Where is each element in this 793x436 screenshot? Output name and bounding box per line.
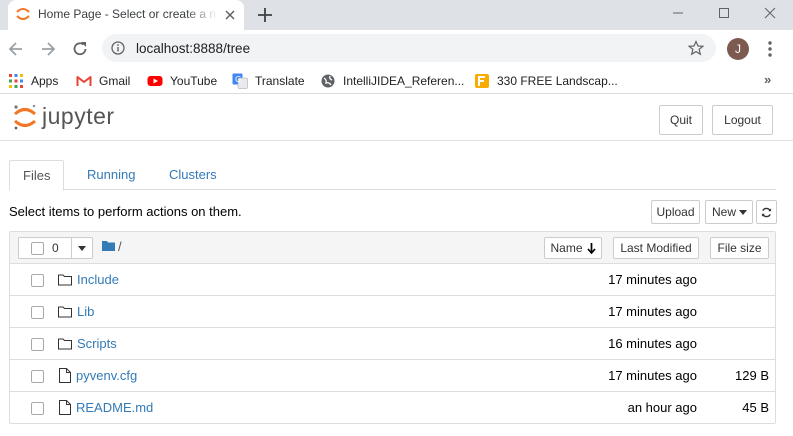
tab-files[interactable]: Files [9,160,65,191]
file-list: 0 / Name Last Modified File size Include… [9,231,776,424]
dropdown-divider [71,238,72,258]
selected-count: 0 [52,241,59,255]
folder-home-icon[interactable] [102,240,115,251]
new-tab-icon[interactable] [255,5,275,25]
browser-menu-icon[interactable] [765,40,775,58]
sort-by-name-button[interactable]: Name [544,237,602,259]
bookmarks-bar: Apps Gmail YouTube G Translate IntelliJI… [0,68,793,94]
jupyter-header: jupyter Quit Logout [0,95,793,141]
refresh-icon [761,207,772,217]
browser-tab[interactable]: Home Page - Select or create a notebook [8,0,244,30]
table-row[interactable]: pyvenv.cfg 17 minutes ago 129 B [10,360,775,392]
sort-by-modified-button[interactable]: Last Modified [613,237,699,259]
new-dropdown-button[interactable]: New [705,200,753,224]
bookmark-intellij[interactable]: IntelliJIDEA_Referen... [320,73,464,89]
upload-button[interactable]: Upload [651,200,700,224]
globe-icon [321,74,335,88]
apps-grid-icon [9,74,23,88]
folder-icon [58,338,72,350]
svg-text:G: G [235,75,241,84]
minimize-window-icon[interactable] [655,0,701,26]
address-url: localhost:8888/tree [136,41,251,56]
row-checkbox[interactable] [31,402,44,415]
close-tab-icon[interactable] [222,7,238,23]
file-name-link[interactable]: Include [77,272,119,287]
tab-clusters[interactable]: Clusters [156,160,230,190]
reload-icon[interactable] [70,39,90,59]
address-bar[interactable]: localhost:8888/tree [102,34,716,62]
jupyter-favicon-icon [16,8,30,20]
file-modified: 17 minutes ago [608,304,697,319]
new-button-label: New [712,205,737,219]
row-checkbox[interactable] [31,274,44,287]
browser-toolbar: localhost:8888/tree J [0,30,793,68]
bookmark-gmail[interactable]: Gmail [76,73,130,89]
file-size: 45 B [742,400,769,415]
selection-hint: Select items to perform actions on them. [9,204,242,219]
row-checkbox[interactable] [31,370,44,383]
file-modified: 17 minutes ago [608,368,697,383]
table-row[interactable]: Scripts 16 minutes ago [10,328,775,360]
bookmark-label: Translate [255,74,305,88]
file-modified: 17 minutes ago [608,272,697,287]
file-list-header: 0 / Name Last Modified File size [10,232,775,264]
bookmark-youtube[interactable]: YouTube [147,73,217,89]
table-row[interactable]: Include 17 minutes ago [10,264,775,296]
jupyter-logo-icon[interactable] [12,103,38,131]
bookmark-label: Apps [31,74,59,88]
file-modified: 16 minutes ago [608,336,697,351]
file-size: 129 B [735,368,769,383]
refresh-button[interactable] [756,200,777,224]
jupyter-tabs: Files Running Clusters [9,160,776,191]
file-modified: an hour ago [627,400,697,415]
bookmark-translate[interactable]: G Translate [232,73,305,89]
bookmark-f-icon [475,74,489,88]
file-name-link[interactable]: Scripts [77,336,117,351]
file-icon [59,400,71,415]
bookmark-label: Gmail [99,74,131,88]
bookmark-landscape[interactable]: 330 FREE Landscap... [474,73,618,89]
gmail-icon [76,76,92,86]
forward-arrow-icon[interactable] [38,39,58,59]
file-name-link[interactable]: pyvenv.cfg [76,368,137,383]
sort-name-label: Name [550,241,583,255]
row-checkbox[interactable] [31,338,44,351]
logout-button[interactable]: Logout [712,105,773,135]
table-row[interactable]: README.md an hour ago 45 B [10,392,775,424]
more-bookmarks-icon[interactable]: » [764,72,771,87]
close-window-icon[interactable] [747,0,793,26]
back-arrow-icon[interactable] [6,39,26,59]
jupyter-logo-text[interactable]: jupyter [42,103,115,130]
youtube-icon [147,76,163,86]
bookmark-apps[interactable]: Apps [8,73,58,89]
table-row[interactable]: Lib 17 minutes ago [10,296,775,328]
info-icon[interactable] [111,41,125,55]
tab-running[interactable]: Running [74,160,148,190]
bookmark-star-icon[interactable] [688,40,704,56]
file-icon [59,368,71,383]
file-name-link[interactable]: README.md [76,400,153,415]
folder-icon [58,306,72,318]
bookmark-label: YouTube [170,74,218,88]
bookmark-label: IntelliJIDEA_Referen... [343,74,465,88]
translate-icon: G [232,73,248,89]
arrow-down-icon [586,242,596,254]
maximize-window-icon[interactable] [701,0,747,26]
bookmark-label: 330 FREE Landscap... [497,74,618,88]
profile-avatar[interactable]: J [727,38,749,60]
folder-icon [58,274,72,286]
row-checkbox[interactable] [31,306,44,319]
quit-button[interactable]: Quit [659,105,703,135]
select-all-dropdown[interactable]: 0 [18,237,93,259]
caret-down-icon [739,209,748,215]
select-all-checkbox[interactable] [31,241,44,255]
browser-tab-strip: Home Page - Select or create a notebook [0,0,793,30]
browser-tab-title: Home Page - Select or create a notebook [38,7,218,21]
breadcrumb-path[interactable]: / [118,239,122,254]
sort-by-size-button[interactable]: File size [710,237,769,259]
caret-down-icon[interactable] [78,246,86,251]
file-name-link[interactable]: Lib [77,304,94,319]
